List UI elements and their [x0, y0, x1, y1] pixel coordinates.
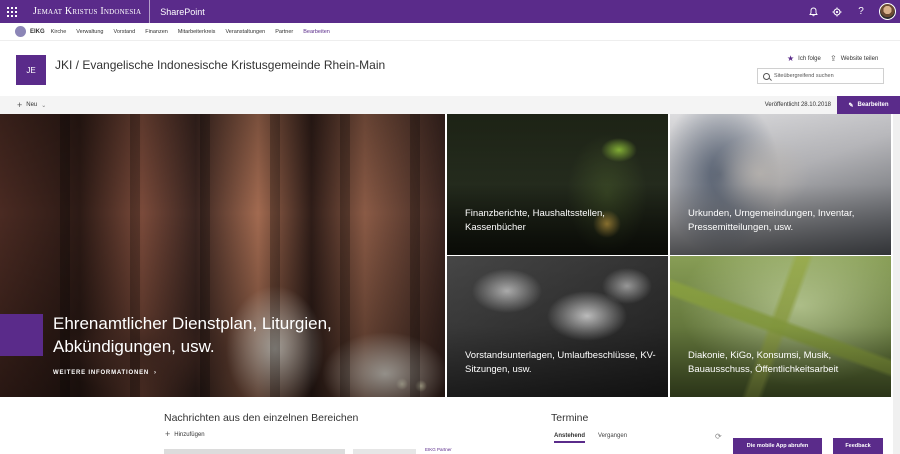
- published-status: Veröffentlicht 28.10.2018: [764, 102, 831, 108]
- chevron-down-icon: ⌄: [41, 102, 47, 109]
- avatar[interactable]: [879, 3, 896, 20]
- app-launcher-icon[interactable]: [0, 0, 23, 23]
- hero-tile-text: Vorstandsunterlagen, Umlaufbeschlüsse, K…: [465, 350, 656, 375]
- app-name[interactable]: SharePoint: [150, 7, 205, 17]
- new-label: Neu: [26, 102, 38, 108]
- follow-label: Ich folge: [798, 55, 821, 62]
- hero-section: Ehrenamtlicher Dienstplan, Liturgien, Ab…: [0, 114, 893, 397]
- news-thumbnail[interactable]: [164, 449, 345, 454]
- events-section-title: Termine: [551, 412, 589, 424]
- site-header: JE JKI / Evangelische Indonesische Krist…: [0, 41, 900, 96]
- search-icon: [763, 72, 770, 80]
- suite-bar: Jemaat Kristus Indonesia SharePoint ?: [0, 0, 900, 23]
- site-logo-icon[interactable]: [15, 26, 26, 37]
- search-box[interactable]: [757, 68, 884, 84]
- hero-tile-finanzen[interactable]: Finanzberichte, Haushaltsstellen, Kassen…: [447, 114, 668, 255]
- site-logo[interactable]: JE: [16, 55, 46, 85]
- nav-item-veranstaltungen[interactable]: Veranstaltungen: [225, 29, 265, 35]
- page-title: JKI / Evangelische Indonesische Kristusg…: [55, 58, 386, 72]
- hero-tile-text: Diakonie, KiGo, Konsumsi, Musik, Bauauss…: [688, 350, 839, 375]
- edit-page-button[interactable]: ✎ Bearbeiten: [837, 96, 900, 114]
- nav-item-vorstand[interactable]: Vorstand: [113, 29, 135, 35]
- feedback-button[interactable]: Feedback: [833, 438, 883, 454]
- edit-page-label: Bearbeiten: [857, 102, 889, 108]
- scrollbar[interactable]: [893, 114, 900, 454]
- more-info-link[interactable]: WEITERE INFORMATIONEN ›: [53, 370, 157, 376]
- nav-item-verwaltung[interactable]: Verwaltung: [76, 29, 103, 35]
- help-icon[interactable]: ?: [849, 0, 873, 23]
- hero-tile-mitarbeiterkreis[interactable]: Diakonie, KiGo, Konsumsi, Musik, Bauauss…: [670, 256, 891, 397]
- share-label: Website teilen: [840, 55, 879, 62]
- nav-item-finanzen[interactable]: Finanzen: [145, 29, 168, 35]
- search-input[interactable]: [774, 73, 874, 79]
- nav-edit-link[interactable]: Bearbeiten: [303, 29, 330, 35]
- plus-icon: +: [17, 99, 23, 110]
- suite-actions: ?: [801, 0, 900, 23]
- plus-icon: +: [165, 429, 171, 439]
- brand-logo[interactable]: Jemaat Kristus Indonesia: [23, 0, 151, 23]
- hero-tile-text: Finanzberichte, Haushaltsstellen, Kassen…: [465, 208, 605, 233]
- gear-icon[interactable]: [825, 0, 849, 23]
- hero-tile-vorstand[interactable]: Vorstandsunterlagen, Umlaufbeschlüsse, K…: [447, 256, 668, 397]
- hero-tile-text: Urkunden, Urngemeindungen, Inventar, Pre…: [688, 208, 855, 233]
- follow-button[interactable]: ★ Ich folge: [787, 54, 821, 63]
- pencil-icon: ✎: [848, 102, 854, 109]
- chevron-right-icon: ›: [154, 370, 157, 376]
- hero-tile-verwaltung[interactable]: Urkunden, Urngemeindungen, Inventar, Pre…: [670, 114, 891, 255]
- bell-icon[interactable]: [801, 0, 825, 23]
- add-news-label: Hinzufügen: [174, 431, 205, 438]
- top-navigation: EIKG Kirche Verwaltung Vorstand Finanzen…: [0, 23, 900, 41]
- refresh-icon[interactable]: ⟳: [715, 432, 722, 441]
- hero-tile-main[interactable]: Ehrenamtlicher Dienstplan, Liturgien, Ab…: [0, 114, 445, 397]
- site-short-name[interactable]: EIKG: [30, 29, 45, 35]
- tab-upcoming[interactable]: Anstehend: [554, 433, 586, 443]
- mobile-app-button[interactable]: Die mobile App abrufen: [733, 438, 822, 454]
- nav-item-kirche[interactable]: Kirche: [51, 29, 67, 35]
- nav-item-partner[interactable]: Partner: [275, 29, 293, 35]
- more-info-label: WEITERE INFORMATIONEN: [53, 370, 150, 376]
- tab-past[interactable]: Vergangen: [598, 433, 627, 439]
- news-thumbnail[interactable]: [353, 449, 416, 454]
- hero-main-title[interactable]: Ehrenamtlicher Dienstplan, Liturgien, Ab…: [53, 312, 393, 358]
- news-partner-link[interactable]: EIKG Partner: [425, 447, 452, 452]
- news-section-title: Nachrichten aus den einzelnen Bereichen: [164, 412, 359, 424]
- hero-accent-block: [0, 314, 43, 356]
- share-icon: ⇪: [830, 54, 837, 63]
- star-icon: ★: [787, 54, 795, 63]
- nav-item-mitarbeiterkreis[interactable]: Mitarbeiterkreis: [178, 29, 216, 35]
- share-button[interactable]: ⇪ Website teilen: [830, 54, 878, 63]
- command-bar: + Neu ⌄ Veröffentlicht 28.10.2018 ✎ Bear…: [0, 96, 900, 114]
- add-news-button[interactable]: + Hinzufügen: [165, 430, 205, 439]
- new-button[interactable]: + Neu ⌄: [17, 99, 47, 110]
